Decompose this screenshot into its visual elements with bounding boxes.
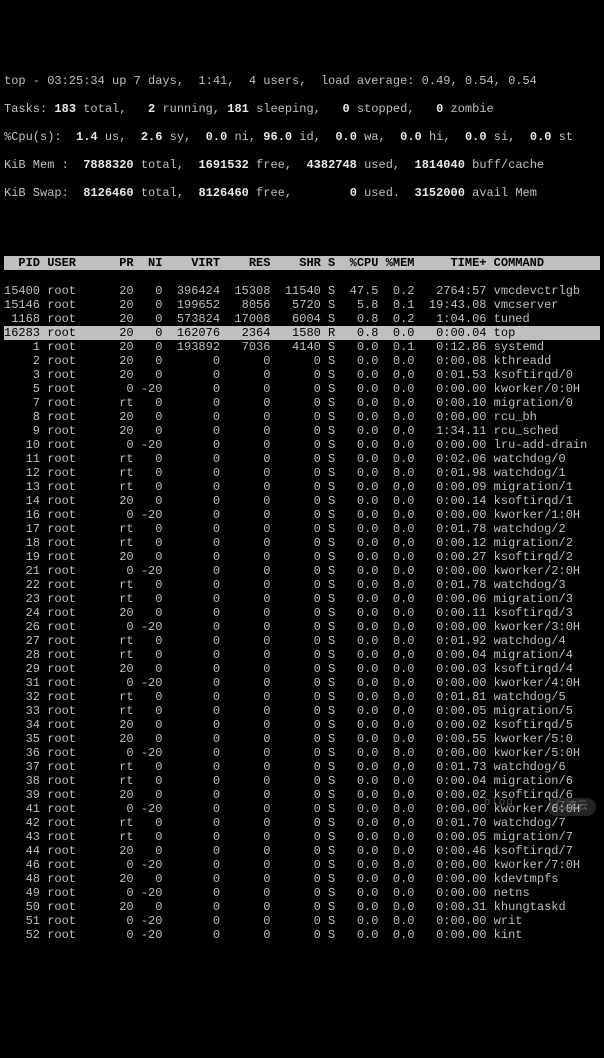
process-row[interactable]: 38 root rt 0 0 0 0 S 0.0 0.0 0:00.04 mig… (4, 774, 600, 788)
process-row[interactable]: 36 root 0 -20 0 0 0 S 0.0 0.0 0:00.00 kw… (4, 746, 600, 760)
process-row[interactable]: 10 root 0 -20 0 0 0 S 0.0 0.0 0:00.00 lr… (4, 438, 600, 452)
summary-line-1: top - 03:25:34 up 7 days, 1:41, 4 users,… (4, 74, 600, 88)
process-row[interactable]: 8 root 20 0 0 0 0 S 0.0 0.0 0:00.00 rcu_… (4, 410, 600, 424)
process-row[interactable]: 34 root 20 0 0 0 0 S 0.0 0.0 0:00.02 kso… (4, 718, 600, 732)
summary-line-4: KiB Mem : 7888320 total, 1691532 free, 4… (4, 158, 600, 172)
process-row[interactable]: 19 root 20 0 0 0 0 S 0.0 0.0 0:00.27 kso… (4, 550, 600, 564)
process-row[interactable]: 16 root 0 -20 0 0 0 S 0.0 0.0 0:00.00 kw… (4, 508, 600, 522)
process-row[interactable]: 2 root 20 0 0 0 0 S 0.0 0.0 0:00.08 kthr… (4, 354, 600, 368)
process-row[interactable]: 7 root rt 0 0 0 0 S 0.0 0.0 0:00.10 migr… (4, 396, 600, 410)
process-row[interactable]: 18 root rt 0 0 0 0 S 0.0 0.0 0:00.12 mig… (4, 536, 600, 550)
process-row[interactable]: 14 root 20 0 0 0 0 S 0.0 0.0 0:00.14 kso… (4, 494, 600, 508)
process-row[interactable]: 16283 root 20 0 162076 2364 1580 R 0.8 0… (4, 326, 600, 340)
process-row[interactable]: 49 root 0 -20 0 0 0 S 0.0 0.0 0:00.00 ne… (4, 886, 600, 900)
process-row[interactable]: 11 root rt 0 0 0 0 S 0.0 0.0 0:02.06 wat… (4, 452, 600, 466)
process-row[interactable]: 15400 root 20 0 396424 15308 11540 S 47.… (4, 284, 600, 298)
process-row[interactable]: 5 root 0 -20 0 0 0 S 0.0 0.0 0:00.00 kwo… (4, 382, 600, 396)
process-row[interactable]: 29 root 20 0 0 0 0 S 0.0 0.0 0:00.03 kso… (4, 662, 600, 676)
process-row[interactable]: 44 root 20 0 0 0 0 S 0.0 0.0 0:00.46 kso… (4, 844, 600, 858)
process-row[interactable]: 1 root 20 0 193892 7036 4140 S 0.0 0.1 0… (4, 340, 600, 354)
column-header: PID USER PR NI VIRT RES SHR S %CPU %MEM … (4, 256, 600, 270)
process-row[interactable]: 27 root rt 0 0 0 0 S 0.0 0.0 0:01.92 wat… (4, 634, 600, 648)
process-row[interactable]: 48 root 20 0 0 0 0 S 0.0 0.0 0:00.00 kde… (4, 872, 600, 886)
process-row[interactable]: 43 root rt 0 0 0 0 S 0.0 0.0 0:00.05 mig… (4, 830, 600, 844)
process-row[interactable]: 35 root 20 0 0 0 0 S 0.0 0.0 0:00.55 kwo… (4, 732, 600, 746)
process-row[interactable]: 21 root 0 -20 0 0 0 S 0.0 0.0 0:00.00 kw… (4, 564, 600, 578)
top-summary: top - 03:25:34 up 7 days, 1:41, 4 users,… (4, 60, 600, 214)
watermark-badge: 亿速云 (547, 798, 596, 816)
faded-watermark: blog (484, 796, 514, 810)
process-row[interactable]: 46 root 0 -20 0 0 0 S 0.0 0.0 0:00.00 kw… (4, 858, 600, 872)
process-list[interactable]: 15400 root 20 0 396424 15308 11540 S 47.… (4, 284, 600, 942)
process-row[interactable]: 1168 root 20 0 573824 17008 6004 S 0.8 0… (4, 312, 600, 326)
process-row[interactable]: 52 root 0 -20 0 0 0 S 0.0 0.0 0:00.00 ki… (4, 928, 600, 942)
process-row[interactable]: 22 root rt 0 0 0 0 S 0.0 0.0 0:01.78 wat… (4, 578, 600, 592)
process-row[interactable]: 51 root 0 -20 0 0 0 S 0.0 0.0 0:00.00 wr… (4, 914, 600, 928)
process-row[interactable]: 9 root 20 0 0 0 0 S 0.0 0.0 1:34.11 rcu_… (4, 424, 600, 438)
process-row[interactable]: 3 root 20 0 0 0 0 S 0.0 0.0 0:01.53 ksof… (4, 368, 600, 382)
process-row[interactable]: 50 root 20 0 0 0 0 S 0.0 0.0 0:00.31 khu… (4, 900, 600, 914)
process-row[interactable]: 15146 root 20 0 199652 8056 5720 S 5.8 0… (4, 298, 600, 312)
process-row[interactable]: 13 root rt 0 0 0 0 S 0.0 0.0 0:00.09 mig… (4, 480, 600, 494)
process-row[interactable]: 26 root 0 -20 0 0 0 S 0.0 0.0 0:00.00 kw… (4, 620, 600, 634)
process-row[interactable]: 31 root 0 -20 0 0 0 S 0.0 0.0 0:00.00 kw… (4, 676, 600, 690)
summary-line-3: %Cpu(s): 1.4 us, 2.6 sy, 0.0 ni, 96.0 id… (4, 130, 600, 144)
process-row[interactable]: 24 root 20 0 0 0 0 S 0.0 0.0 0:00.11 kso… (4, 606, 600, 620)
summary-line-5: KiB Swap: 8126460 total, 8126460 free, 0… (4, 186, 600, 200)
process-row[interactable]: 32 root rt 0 0 0 0 S 0.0 0.0 0:01.81 wat… (4, 690, 600, 704)
process-row[interactable]: 42 root rt 0 0 0 0 S 0.0 0.0 0:01.70 wat… (4, 816, 600, 830)
process-row[interactable]: 33 root rt 0 0 0 0 S 0.0 0.0 0:00.05 mig… (4, 704, 600, 718)
process-row[interactable]: 12 root rt 0 0 0 0 S 0.0 0.0 0:01.98 wat… (4, 466, 600, 480)
process-row[interactable]: 23 root rt 0 0 0 0 S 0.0 0.0 0:00.06 mig… (4, 592, 600, 606)
process-row[interactable]: 28 root rt 0 0 0 0 S 0.0 0.0 0:00.04 mig… (4, 648, 600, 662)
process-row[interactable]: 17 root rt 0 0 0 0 S 0.0 0.0 0:01.78 wat… (4, 522, 600, 536)
process-row[interactable]: 37 root rt 0 0 0 0 S 0.0 0.0 0:01.73 wat… (4, 760, 600, 774)
summary-line-2: Tasks: 183 total, 2 running, 181 sleepin… (4, 102, 600, 116)
blank-line (4, 228, 600, 242)
